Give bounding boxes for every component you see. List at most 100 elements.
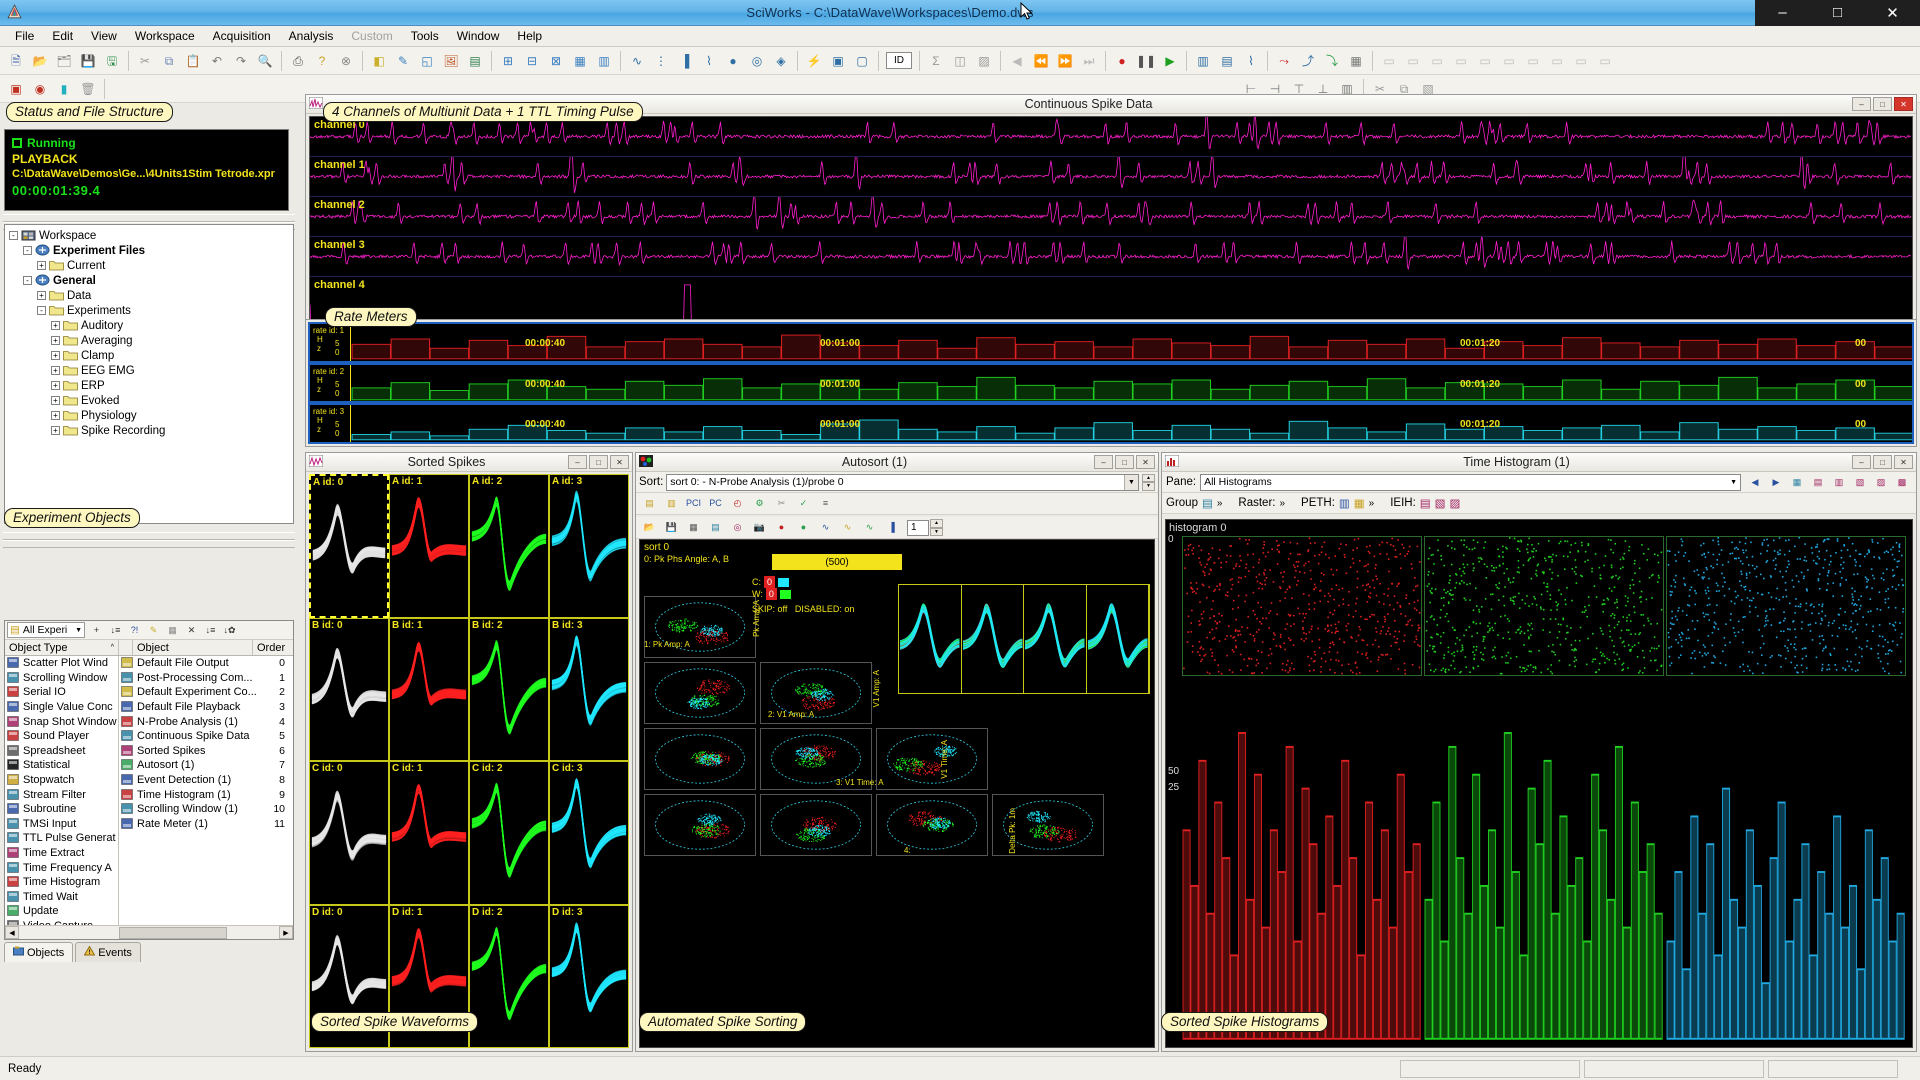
- sort-order-icon[interactable]: ↓≡: [202, 622, 219, 639]
- sort-az-icon[interactable]: ↓≡: [107, 622, 124, 639]
- help-icon[interactable]: ?: [311, 50, 333, 72]
- object-row[interactable]: Time Histogram (1) 9: [119, 787, 293, 802]
- probe-icon[interactable]: ▮: [53, 78, 75, 100]
- save-sort-icon[interactable]: 💾: [662, 519, 681, 537]
- object-type-row[interactable]: Update: [5, 904, 118, 919]
- save-icon[interactable]: 💾: [77, 50, 99, 72]
- skip-icon[interactable]: ⏭: [1078, 50, 1100, 72]
- autosort-waveform-overlay-panel[interactable]: [898, 584, 1150, 694]
- object-row[interactable]: Post-Processing Com... 1: [119, 671, 293, 686]
- autosort-scatter-panel[interactable]: [644, 662, 756, 724]
- cut-icon[interactable]: ✂: [134, 50, 156, 72]
- expand-icon[interactable]: +: [37, 261, 46, 270]
- scatter-icon[interactable]: ●: [722, 50, 744, 72]
- spike-waveform-cell[interactable]: B id: 1: [389, 617, 469, 761]
- object-row[interactable]: Default Experiment Co... 2: [119, 685, 293, 700]
- object-type-row[interactable]: Timed Wait: [5, 890, 118, 905]
- peth-chart-icon[interactable]: ▥: [1339, 496, 1350, 510]
- hist-view1-icon[interactable]: ▦: [1788, 474, 1806, 491]
- play-icon[interactable]: ▶: [1159, 50, 1181, 72]
- play-back-icon[interactable]: ◀: [1006, 50, 1028, 72]
- curve2-icon[interactable]: ∿: [838, 519, 857, 537]
- hist-view4-icon[interactable]: ▧: [1851, 474, 1869, 491]
- id-button[interactable]: ID: [884, 50, 914, 72]
- tree-node[interactable]: + Physiology: [5, 408, 293, 423]
- paste-icon[interactable]: 📋: [182, 50, 204, 72]
- rate-meter-row[interactable]: rate id: 1 Hz 5 0 00:00:40 00:01:00 00:01:20 00: [308, 322, 1914, 363]
- rename-icon[interactable]: ▦: [164, 622, 181, 639]
- stat2-icon[interactable]: ◫: [949, 50, 971, 72]
- find-icon[interactable]: 🔍: [254, 50, 276, 72]
- ss-maximize-button[interactable]: □: [589, 455, 608, 469]
- overlay-icon[interactable]: ◎: [728, 519, 747, 537]
- object-type-row[interactable]: Stopwatch: [5, 773, 118, 788]
- autosort-count-box[interactable]: (500): [772, 554, 902, 570]
- csd-minimize-button[interactable]: –: [1852, 97, 1871, 111]
- collapse-icon[interactable]: -: [9, 231, 18, 240]
- object-type-row[interactable]: Subroutine: [5, 802, 118, 817]
- stat3-icon[interactable]: ▨: [973, 50, 995, 72]
- grid-view-icon[interactable]: ▦: [684, 519, 703, 537]
- ss-minimize-button[interactable]: –: [568, 455, 587, 469]
- object-type-row[interactable]: Scatter Plot Wind: [5, 656, 118, 671]
- object-row[interactable]: Event Detection (1) 8: [119, 773, 293, 788]
- open-sort-icon[interactable]: 📂: [640, 519, 659, 537]
- tree-node[interactable]: + Data: [5, 288, 293, 303]
- pane-prev-icon[interactable]: ◀: [1746, 474, 1764, 491]
- object-row[interactable]: Default File Output 0: [119, 656, 293, 671]
- experiment-stop-icon[interactable]: ◉: [29, 78, 51, 100]
- dis9-icon[interactable]: ▭: [1570, 50, 1592, 72]
- pause-icon[interactable]: ❚❚: [1135, 50, 1157, 72]
- csd-close-button[interactable]: ✕: [1894, 97, 1913, 111]
- experiment-filter-combo[interactable]: ▤ All Experi ▼: [7, 622, 85, 638]
- cluster-color-icon[interactable]: ◴: [728, 495, 747, 513]
- csd-maximize-button[interactable]: □: [1873, 97, 1892, 111]
- edit-object-icon[interactable]: ✎: [145, 622, 162, 639]
- peth-expand-icon[interactable]: »: [1369, 498, 1375, 509]
- layout1-icon[interactable]: ⊞: [497, 50, 519, 72]
- channel-row[interactable]: channel 0: [310, 117, 1912, 157]
- tree-node[interactable]: + Averaging: [5, 333, 293, 348]
- tab-objects[interactable]: Objects: [4, 942, 74, 962]
- grid-icon[interactable]: ▦: [569, 50, 591, 72]
- new-workspace-icon[interactable]: ◱: [416, 50, 438, 72]
- delete-object-icon[interactable]: ✕: [183, 622, 200, 639]
- layout2-icon[interactable]: ⊟: [521, 50, 543, 72]
- autosort-spinner[interactable]: ▲ ▼: [1142, 473, 1155, 491]
- signal-icon[interactable]: ⌇: [1240, 50, 1262, 72]
- rate-meter-row[interactable]: rate id: 2 Hz 5 0 00:00:40 00:01:00 00:01:20 00: [308, 362, 1914, 404]
- spinner-down-icon[interactable]: ▼: [930, 527, 943, 536]
- spinner-down-icon[interactable]: ▼: [1142, 482, 1155, 491]
- workspace-tree[interactable]: - Workspace - Experiment Files + Current - Gene…: [4, 224, 294, 524]
- as-minimize-button[interactable]: –: [1094, 455, 1113, 469]
- cluster-red-icon[interactable]: ●: [772, 519, 791, 537]
- object-row[interactable]: Default File Playback 3: [119, 700, 293, 715]
- spike-waveform-cell[interactable]: A id: 2: [469, 474, 549, 618]
- spike-waveform-cell[interactable]: C id: 3: [549, 761, 629, 905]
- autosort-scatter-panel[interactable]: [760, 794, 872, 856]
- grid2-icon[interactable]: ▥: [593, 50, 615, 72]
- accept-icon[interactable]: ✓: [794, 495, 813, 513]
- as-close-button[interactable]: ✕: [1136, 455, 1155, 469]
- th-maximize-button[interactable]: □: [1873, 455, 1892, 469]
- column-object[interactable]: Object: [133, 640, 253, 655]
- tree-node[interactable]: + Auditory: [5, 318, 293, 333]
- as-maximize-button[interactable]: □: [1115, 455, 1134, 469]
- spike-waveform-cell[interactable]: D id: 3: [549, 904, 629, 1048]
- expand-icon[interactable]: +: [51, 411, 60, 420]
- raster-expand-icon[interactable]: »: [1279, 498, 1285, 509]
- column-object-type[interactable]: Object Type ^: [5, 640, 119, 655]
- dis2-icon[interactable]: ▭: [1402, 50, 1424, 72]
- cluster-list-icon[interactable]: ▥: [662, 495, 681, 513]
- record-icon[interactable]: ●: [1111, 50, 1133, 72]
- monitor-icon[interactable]: ▥: [1192, 50, 1214, 72]
- object-type-row[interactable]: Stream Filter: [5, 787, 118, 802]
- open-folder-icon[interactable]: 📂: [29, 50, 51, 72]
- dis1-icon[interactable]: ▭: [1378, 50, 1400, 72]
- tree-node[interactable]: - Experiment Files: [5, 243, 293, 258]
- cluster-box-icon[interactable]: ▤: [640, 495, 659, 513]
- experiment-run-icon[interactable]: ▣: [5, 78, 27, 100]
- object-type-row[interactable]: Spreadsheet: [5, 744, 118, 759]
- object-type-row[interactable]: Sound Player: [5, 729, 118, 744]
- group-icon[interactable]: ▤: [1202, 496, 1213, 510]
